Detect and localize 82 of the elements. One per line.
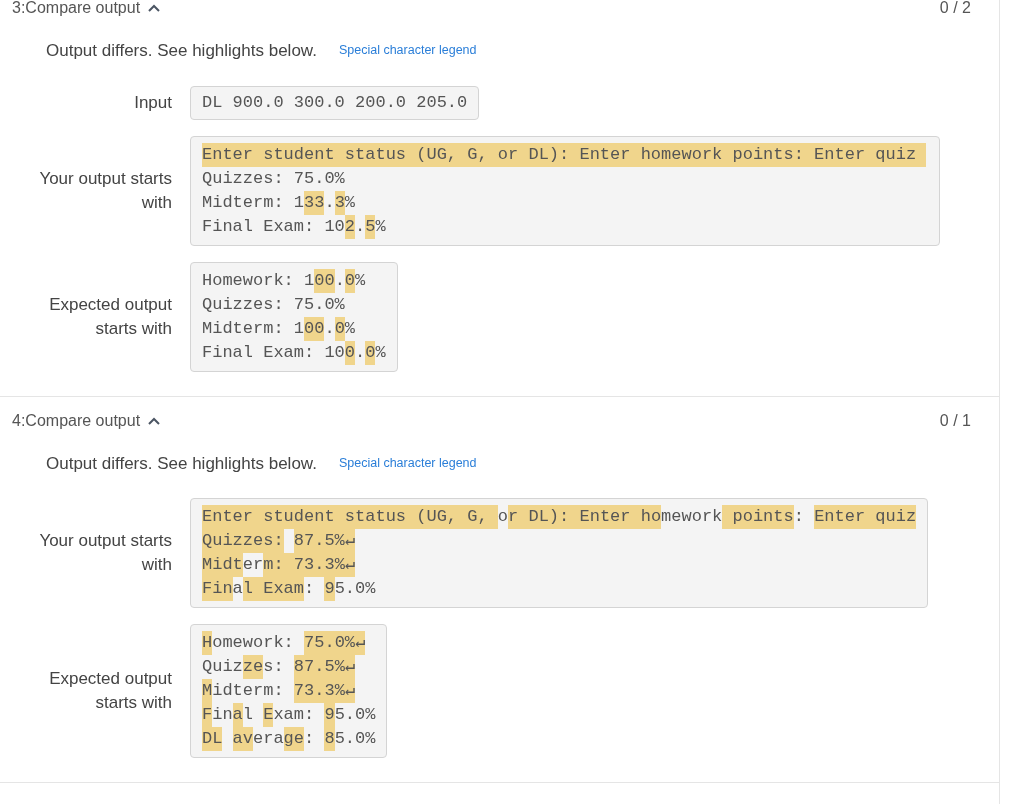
output-text: %	[375, 215, 386, 238]
highlighted-text: 9	[324, 577, 335, 601]
highlighted-text: av	[232, 727, 253, 751]
highlighted-text: l Exam	[242, 577, 305, 601]
highlighted-text: H	[202, 631, 213, 655]
highlighted-text: 75.0%↵	[304, 631, 366, 655]
output-text: xam:	[273, 704, 316, 726]
output-text: 5.0%	[334, 578, 376, 600]
highlighted-text: Enter student status (UG, G,	[202, 505, 498, 529]
output-text: Midterm: 1	[202, 317, 305, 340]
highlighted-text: m: 73.3%↵	[263, 553, 356, 577]
highlighted-text: F	[202, 703, 213, 727]
highlighted-text: 33	[304, 190, 325, 215]
highlighted-text: DL	[202, 727, 223, 751]
highlighted-text: 0	[334, 316, 345, 341]
highlighted-text: Midt	[202, 553, 243, 577]
output-text: Homework: 1	[202, 269, 315, 292]
section-toggle[interactable]: 4:Compare output	[12, 408, 161, 433]
highlighted-text: 2	[344, 214, 356, 239]
highlighted-text: ze	[242, 655, 264, 679]
highlighted-text: 8	[324, 727, 335, 751]
highlighted-text: Fin	[202, 577, 233, 601]
highlighted-text: 73.3%↵	[293, 679, 356, 703]
highlighted-text: Enter quiz	[814, 505, 917, 529]
output-text: Quizzes: 75.0%	[202, 293, 345, 316]
highlighted-text: r DL): Enter ho	[508, 505, 662, 529]
highlighted-text: 3	[334, 190, 345, 215]
output-text: Quizzes: 75.0%	[202, 167, 345, 190]
highlighted-text: a	[232, 703, 243, 727]
output-text: 5.0%	[334, 704, 376, 726]
highlighted-text: 87.5%↵	[293, 655, 356, 679]
row-label: Expected output starts with	[48, 668, 172, 714]
output-text: Midterm: 1	[202, 191, 305, 214]
highlighted-text: 9	[324, 703, 335, 727]
output-text: l	[242, 704, 254, 726]
output-text: o	[497, 506, 509, 528]
highlighted-text: ge	[283, 727, 304, 751]
score: 0 / 1	[939, 410, 971, 431]
output-text: .	[355, 341, 366, 364]
highlighted-text: Quizzes:	[202, 529, 284, 553]
highlighted-text: 00	[314, 268, 335, 293]
row-label: Your output starts with	[38, 167, 172, 214]
output-text: er	[242, 554, 264, 576]
output-text: Final Exam: 10	[202, 341, 345, 364]
output-text: .	[334, 269, 345, 292]
output-text: s:	[263, 656, 285, 678]
output-text: :	[793, 506, 805, 528]
highlighted-text: 0	[344, 340, 356, 365]
row-label: Input	[133, 91, 172, 114]
output-text: 5.0%	[334, 728, 376, 750]
highlighted-text: 87.5%↵	[293, 529, 356, 553]
output-text: Final Exam: 10	[202, 215, 345, 238]
legend-link[interactable]: Special character legend	[338, 453, 477, 473]
legend-link[interactable]: Special character legend	[338, 41, 477, 61]
output-text: %	[375, 341, 386, 364]
output-text: .	[355, 215, 366, 238]
output-text: in	[212, 704, 233, 726]
highlighted-text: points	[722, 505, 794, 529]
highlighted-text: E	[263, 703, 274, 727]
chevron-up-icon	[148, 416, 161, 425]
output-text: .	[324, 317, 335, 340]
highlighted-text: Enter student status (UG, G, or DL): Enter homework points: Enter quiz	[202, 142, 927, 167]
output-text: .	[324, 191, 335, 214]
output-text: idterm:	[212, 680, 285, 702]
section-toggle[interactable]: 3:Compare output	[12, 0, 161, 20]
output-text: :	[304, 728, 316, 750]
output-text: mework	[661, 506, 723, 528]
highlighted-text: M	[202, 679, 213, 703]
output-text: %	[355, 269, 366, 292]
output-text: omework:	[212, 632, 295, 654]
status-message: Output differs. See highlights below.	[46, 40, 317, 62]
output-text: a	[232, 578, 243, 600]
output-text: DL 900.0 300.0 200.0 205.0	[202, 91, 468, 114]
chevron-up-icon	[148, 4, 161, 12]
row-label: Expected output starts with	[48, 293, 172, 340]
score: 0 / 2	[939, 0, 971, 18]
status-message: Output differs. See highlights below.	[46, 452, 317, 475]
highlighted-text: 00	[304, 316, 325, 341]
output-text: Quiz	[202, 656, 243, 678]
row-label: Your output starts with	[38, 530, 172, 576]
output-text: :	[304, 578, 316, 600]
output-text: era	[253, 728, 284, 750]
